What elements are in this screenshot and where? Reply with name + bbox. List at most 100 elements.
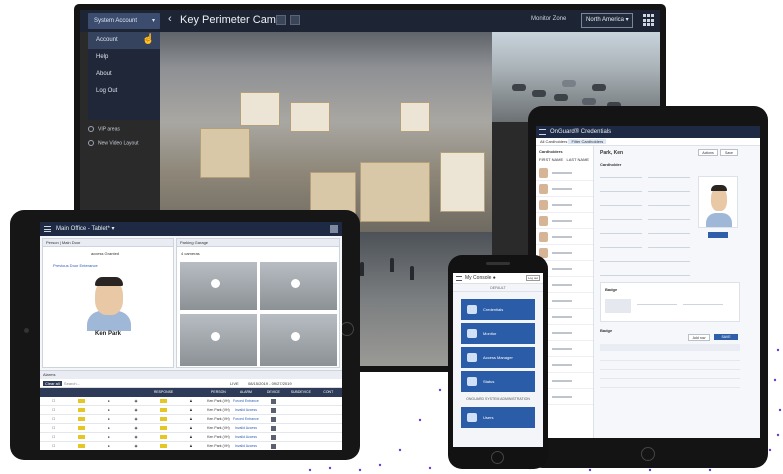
tile-credentials[interactable]: Credentials	[461, 299, 535, 320]
form-field[interactable]	[600, 242, 642, 248]
column-header[interactable]	[40, 388, 67, 397]
form-field[interactable]	[637, 299, 677, 305]
camera-thumbnail[interactable]	[179, 261, 258, 311]
column-header[interactable]	[122, 388, 149, 397]
layout-option-new[interactable]: New Video Layout	[88, 140, 139, 146]
tile-monitor[interactable]: Monitor	[461, 323, 535, 344]
hamburger-menu-icon[interactable]	[456, 276, 462, 281]
column-header[interactable]	[177, 388, 204, 397]
tile-users[interactable]: Users	[461, 407, 535, 428]
table-row[interactable]	[600, 380, 740, 388]
column-header[interactable]: DEVICE	[260, 388, 287, 397]
camera-thumbnail[interactable]	[259, 313, 338, 367]
form-field[interactable]	[683, 299, 723, 305]
layout-option-vip[interactable]: VIP areas	[88, 126, 120, 132]
form-field[interactable]	[648, 172, 690, 178]
form-field[interactable]	[648, 214, 690, 220]
form-field[interactable]	[600, 256, 690, 262]
settings-icon[interactable]	[330, 225, 338, 233]
column-last-name[interactable]: LAST NAME	[567, 157, 590, 162]
form-field[interactable]	[648, 228, 690, 234]
alarms-tab[interactable]: Alarms	[40, 371, 342, 379]
form-field[interactable]	[648, 186, 690, 192]
monitor-zone-select[interactable]: North America ▾	[581, 13, 633, 28]
column-header[interactable]: RESPONSE	[150, 388, 177, 397]
form-field[interactable]	[648, 200, 690, 206]
list-item[interactable]	[536, 197, 593, 213]
row-alarm[interactable]: Invalid Access	[232, 424, 259, 432]
row-alarm[interactable]: Forced Entrance	[232, 415, 259, 423]
menu-item-help[interactable]: Help	[88, 49, 160, 66]
home-button[interactable]	[340, 322, 354, 336]
save-button[interactable]: SAVE	[714, 334, 738, 340]
live-indicator[interactable]: LIVE	[230, 379, 239, 388]
pointer-cursor-icon: ☝	[142, 34, 155, 45]
column-header[interactable]	[95, 388, 122, 397]
actions-button[interactable]: Actions	[698, 149, 718, 156]
table-row[interactable]	[600, 371, 740, 379]
tile-access-manager[interactable]: Access Manager	[461, 347, 535, 368]
form-field[interactable]	[600, 200, 642, 206]
list-item[interactable]	[536, 165, 593, 181]
back-arrow-icon[interactable]: ‹	[168, 13, 172, 25]
table-row[interactable]: ☐ ● ◉ ♟ Ken Park (VH) Invalid Access	[40, 433, 342, 442]
menu-item-logout[interactable]: Log Out	[88, 83, 160, 100]
table-row[interactable]: ☐ ● ◉ ♟ Ken Park (VH) Forced Entrance	[40, 415, 342, 424]
date-range[interactable]: 08/15/2019 - 09/27/2019	[248, 379, 292, 388]
column-header[interactable]: CONT	[315, 388, 342, 397]
hamburger-menu-icon[interactable]	[44, 226, 51, 232]
list-item[interactable]	[536, 213, 593, 229]
save-dropdown-button[interactable]: Save	[720, 149, 738, 156]
view-toggle-icon[interactable]	[276, 15, 286, 25]
list-item[interactable]	[536, 181, 593, 197]
tab-all-cardholders[interactable]: All Cardholders	[540, 139, 567, 144]
clear-all-button[interactable]: Clear all	[43, 381, 62, 386]
column-header[interactable]: PERSON	[205, 388, 232, 397]
form-field[interactable]	[600, 172, 642, 178]
table-row[interactable]: ☐ ● ◉ ♟ Ken Park (VH) Invalid Access	[40, 424, 342, 433]
home-button[interactable]	[491, 451, 504, 464]
column-header[interactable]	[67, 388, 94, 397]
form-field[interactable]	[600, 214, 642, 220]
column-first-name[interactable]: FIRST NAME	[539, 157, 563, 162]
person-panel-tab[interactable]: Person | Main Door	[43, 239, 173, 247]
table-row[interactable]: ☐ ● ◉ ♟ Ken Park (VH) Invalid Access	[40, 442, 342, 450]
home-button[interactable]	[641, 447, 655, 461]
capture-photo-button[interactable]	[708, 232, 728, 238]
form-field[interactable]	[648, 242, 690, 248]
table-row[interactable]: ☐ ● ◉ ♟ Ken Park (VH) Invalid Access	[40, 406, 342, 415]
row-alarm[interactable]: Invalid Access	[232, 406, 259, 414]
tab-filter-cardholders[interactable]: Filter Cardholders	[568, 139, 607, 144]
tile-label: Users	[483, 415, 494, 420]
logout-button[interactable]: Log out	[526, 275, 540, 281]
table-row[interactable]: ☐ ● ◉ ♟ Ken Park (VH) Forced Entrance	[40, 397, 342, 406]
column-header[interactable]: SUBDEVICE	[287, 388, 314, 397]
list-item[interactable]	[536, 229, 593, 245]
apps-grid-icon[interactable]	[643, 14, 656, 27]
row-alarm[interactable]: Forced Entrance	[232, 397, 259, 405]
form-field[interactable]	[600, 186, 642, 192]
form-field[interactable]	[600, 228, 642, 234]
table-row[interactable]	[600, 353, 740, 361]
camera-thumbnail[interactable]	[259, 261, 338, 311]
add-row-button[interactable]: Add row	[688, 334, 710, 341]
camera-thumbnail[interactable]	[179, 313, 258, 367]
menu-item-about[interactable]: About	[88, 66, 160, 83]
row-alarm[interactable]: Invalid Access	[232, 433, 259, 441]
search-input[interactable]: Search...	[64, 381, 80, 386]
form-field[interactable]	[600, 270, 690, 276]
system-account-button[interactable]: System Account ▾	[88, 13, 160, 29]
table-row[interactable]	[600, 362, 740, 370]
list-item[interactable]	[536, 245, 593, 261]
camera-panel-tab[interactable]: Parking Garage	[177, 239, 339, 247]
camera-feed-warehouse[interactable]	[160, 32, 492, 232]
row-alarm[interactable]: Invalid Access	[232, 442, 259, 450]
tile-status[interactable]: Status	[461, 371, 535, 392]
hamburger-menu-icon[interactable]	[539, 129, 546, 135]
previous-door-link[interactable]: Previous Door Enterance	[53, 263, 98, 268]
column-header[interactable]: ALARM	[232, 388, 259, 397]
account-dropdown-menu: Account Help About Log Out	[88, 32, 160, 120]
phone-screen: My Console ● Log out DEFAULT Credentials…	[453, 273, 543, 447]
view-toggle-icon[interactable]	[290, 15, 300, 25]
camera-count: 4 cameras	[181, 251, 200, 256]
